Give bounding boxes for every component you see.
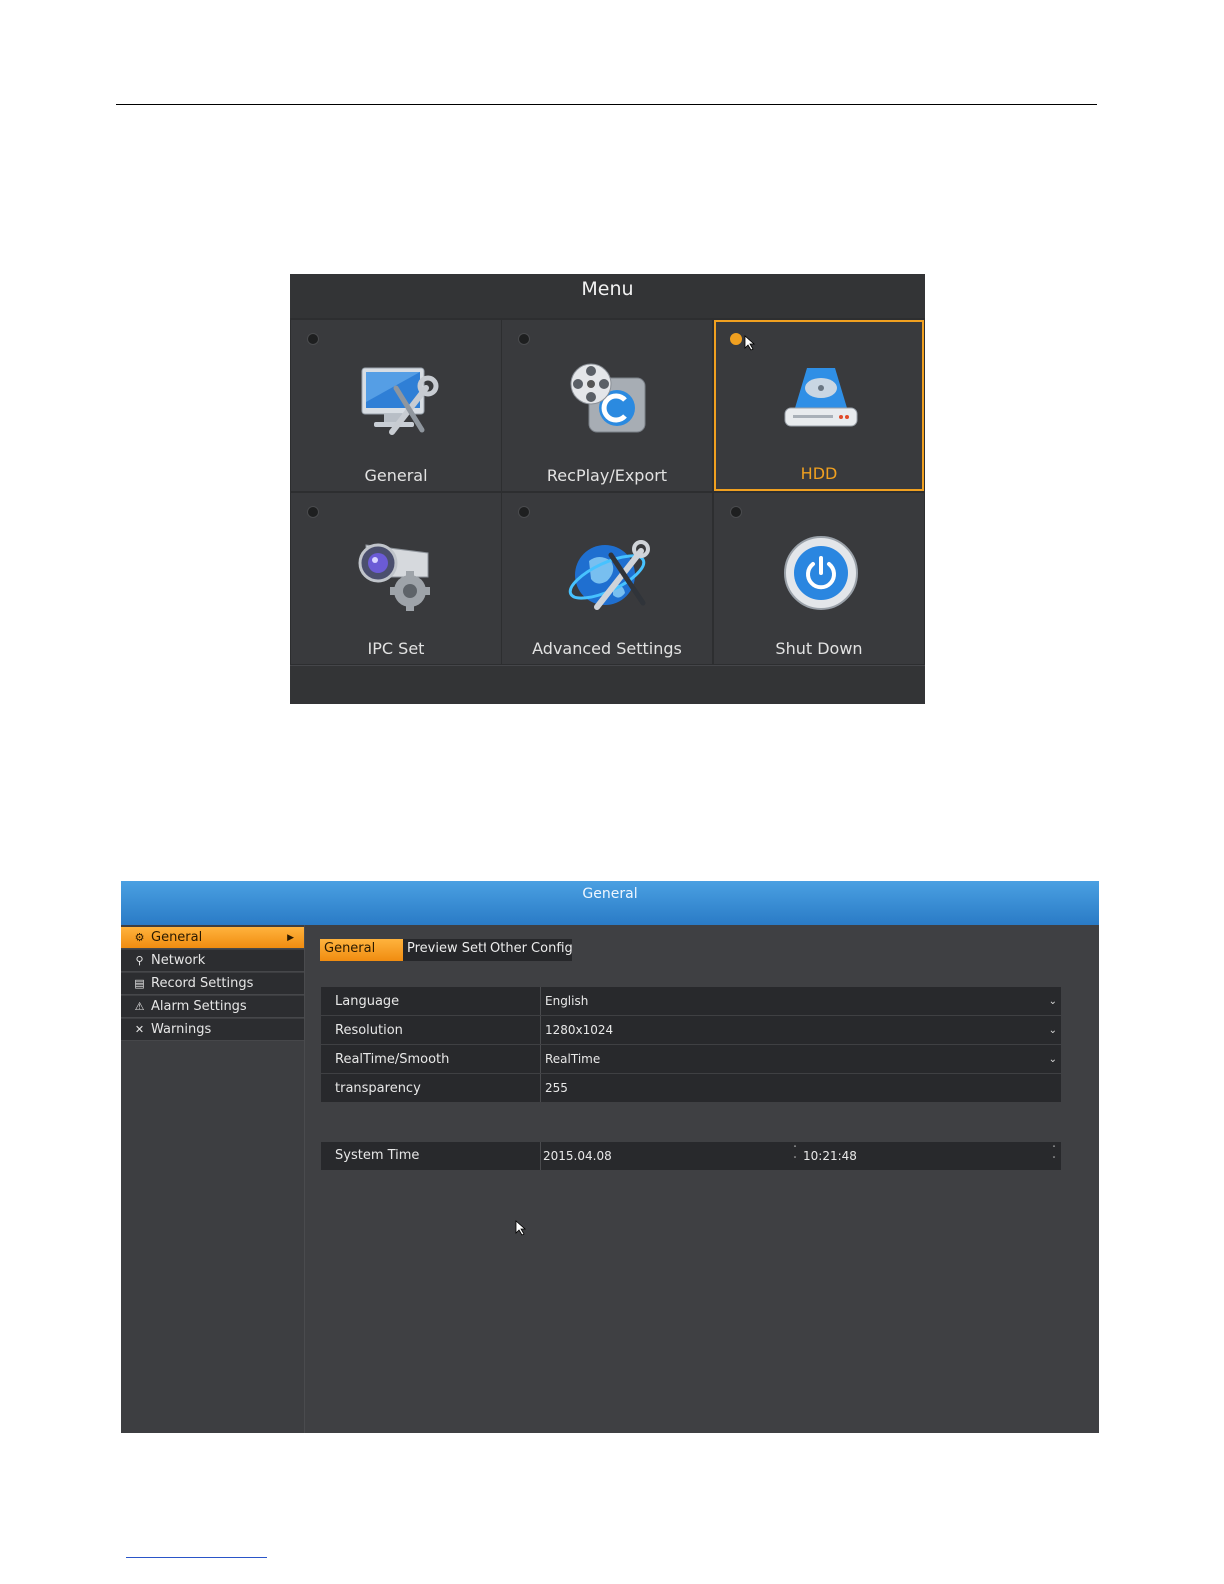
general-window: General ⚙ General ▶ ⚲ Network ▤ Record S… bbox=[121, 881, 1099, 1433]
menu-tile-label: Shut Down bbox=[775, 639, 863, 658]
date-spinner[interactable]: ˄ ˅ bbox=[791, 1144, 799, 1168]
status-dot bbox=[518, 333, 530, 345]
arrow-right-icon: ▶ bbox=[287, 933, 294, 943]
field-language[interactable]: Language English ⌄ bbox=[321, 987, 1061, 1016]
menu-tile-advanced-settings[interactable]: Advanced Settings bbox=[502, 493, 712, 664]
field-system-time[interactable]: System Time 2015.04.08 ˄ ˅ 10:21:48 ˄ ˅ bbox=[321, 1142, 1061, 1170]
status-dot bbox=[307, 506, 319, 518]
sidebar-item-label: Alarm Settings bbox=[151, 999, 247, 1014]
globe-tools-icon bbox=[567, 531, 651, 615]
time-input[interactable]: 10:21:48 bbox=[803, 1142, 857, 1170]
chevron-down-icon[interactable]: ⌄ bbox=[1049, 1016, 1057, 1045]
chevron-down-icon[interactable]: ⌄ bbox=[1049, 1045, 1057, 1074]
power-icon bbox=[779, 531, 863, 615]
menu-tile-general[interactable]: General bbox=[291, 320, 501, 491]
menu-tile-label: IPC Set bbox=[367, 639, 425, 658]
time-spinner[interactable]: ˄ ˅ bbox=[1050, 1144, 1058, 1168]
menu-tile-recplay-export[interactable]: RecPlay/Export bbox=[502, 320, 712, 491]
hard-drive-icon bbox=[779, 358, 863, 442]
camera-gear-icon bbox=[356, 531, 440, 615]
chevron-down-icon[interactable]: ⌄ bbox=[1049, 987, 1057, 1016]
menu-tile-label: Advanced Settings bbox=[532, 639, 682, 658]
menu-grid: General RecPlay/Export HDD IPC Set Advan… bbox=[290, 319, 925, 665]
general-settings-form: Language English ⌄ Resolution 1280x1024 … bbox=[321, 987, 1061, 1103]
film-icon: ▤ bbox=[134, 977, 145, 990]
tools-icon: ✕ bbox=[134, 1023, 145, 1036]
menu-tile-label: General bbox=[364, 466, 428, 485]
field-resolution[interactable]: Resolution 1280x1024 ⌄ bbox=[321, 1016, 1061, 1045]
field-realtime-smooth[interactable]: RealTime/Smooth RealTime ⌄ bbox=[321, 1045, 1061, 1074]
menu-tile-shut-down[interactable]: Shut Down bbox=[714, 493, 924, 664]
warning-icon: ⚠ bbox=[134, 1000, 145, 1013]
menu-footer bbox=[290, 665, 925, 704]
sidebar: ⚙ General ▶ ⚲ Network ▤ Record Settings … bbox=[121, 925, 305, 1433]
field-label: Resolution bbox=[335, 1023, 403, 1038]
field-label: transparency bbox=[335, 1081, 421, 1096]
top-rule bbox=[116, 104, 1097, 105]
sidebar-item-label: Record Settings bbox=[151, 976, 254, 991]
film-reel-icon bbox=[567, 358, 651, 442]
date-input[interactable]: 2015.04.08 bbox=[543, 1142, 612, 1170]
bottom-rule bbox=[126, 1557, 267, 1558]
status-dot bbox=[730, 333, 742, 345]
status-dot bbox=[730, 506, 742, 518]
status-dot bbox=[307, 333, 319, 345]
sidebar-item-record-settings[interactable]: ▤ Record Settings bbox=[121, 973, 304, 995]
sidebar-item-label: General bbox=[151, 930, 203, 945]
sidebar-item-warnings[interactable]: ✕ Warnings bbox=[121, 1019, 304, 1041]
menu-title: Menu bbox=[290, 274, 925, 318]
network-icon: ⚲ bbox=[135, 954, 144, 967]
sidebar-item-label: Network bbox=[151, 953, 206, 968]
sidebar-item-label: Warnings bbox=[151, 1022, 212, 1037]
mouse-cursor-icon bbox=[744, 335, 756, 351]
realtime-smooth-select[interactable]: RealTime bbox=[545, 1045, 600, 1074]
sidebar-item-general[interactable]: ⚙ General ▶ bbox=[121, 927, 304, 949]
sidebar-item-network[interactable]: ⚲ Network bbox=[121, 950, 304, 972]
field-label: Language bbox=[335, 994, 400, 1009]
transparency-input[interactable]: 255 bbox=[545, 1074, 568, 1103]
gears-icon: ⚙ bbox=[134, 931, 145, 944]
language-select[interactable]: English bbox=[545, 987, 588, 1016]
menu-tile-hdd[interactable]: HDD bbox=[714, 320, 924, 491]
field-label: RealTime/Smooth bbox=[335, 1052, 450, 1067]
mouse-cursor-icon bbox=[515, 1220, 527, 1236]
tab-preview-settings[interactable]: Preview Settir bbox=[403, 939, 497, 961]
settings-panel: General Preview Settir Other Config Lang… bbox=[305, 925, 1099, 1433]
monitor-tools-icon bbox=[356, 358, 440, 442]
general-window-title: General bbox=[121, 881, 1099, 925]
field-label: System Time bbox=[335, 1148, 420, 1163]
status-dot bbox=[518, 506, 530, 518]
menu-tile-ipc-set[interactable]: IPC Set bbox=[291, 493, 501, 664]
tab-general[interactable]: General bbox=[320, 939, 403, 961]
field-transparency[interactable]: transparency 255 bbox=[321, 1074, 1061, 1103]
menu-tile-label: RecPlay/Export bbox=[546, 466, 668, 485]
tab-other-config[interactable]: Other Config bbox=[486, 939, 573, 961]
menu-window: Menu General RecPlay/Export HDD IPC Set … bbox=[290, 274, 925, 704]
menu-tile-label: HDD bbox=[800, 464, 838, 483]
sidebar-item-alarm-settings[interactable]: ⚠ Alarm Settings bbox=[121, 996, 304, 1018]
resolution-select[interactable]: 1280x1024 bbox=[545, 1016, 613, 1045]
